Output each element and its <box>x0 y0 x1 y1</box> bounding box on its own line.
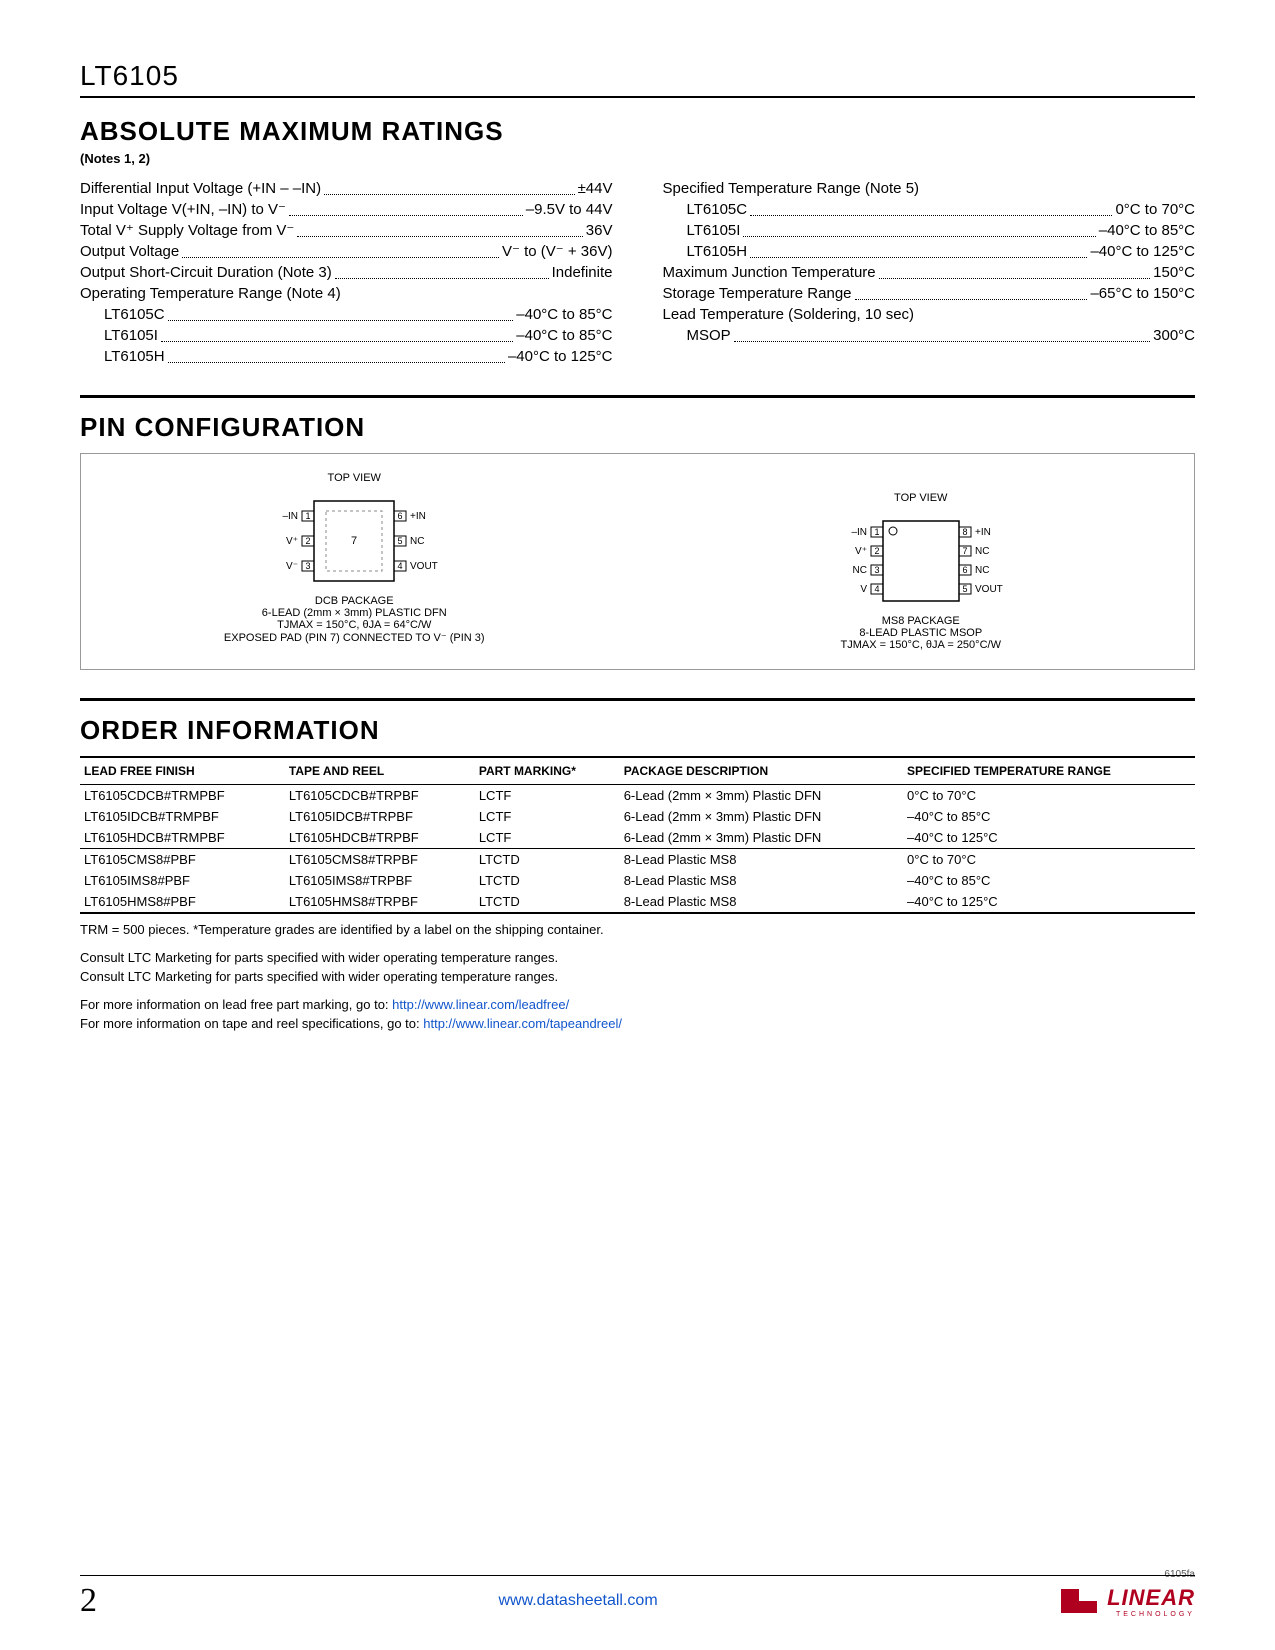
rating-row: Output VoltageV⁻ to (V⁻ + 36V) <box>80 241 613 262</box>
svg-text:+IN: +IN <box>410 511 426 522</box>
rating-row: Input Voltage V(+IN, –IN) to V⁻–9.5V to … <box>80 199 613 220</box>
order-table: LEAD FREE FINISHTAPE AND REELPART MARKIN… <box>80 756 1195 914</box>
rating-row: LT6105C0°C to 70°C <box>663 199 1196 220</box>
table-row: LT6105CMS8#PBFLT6105CMS8#TRPBFLTCTD8-Lea… <box>80 849 1195 871</box>
svg-text:V⁺: V⁺ <box>855 546 867 557</box>
dfn-package: TOP VIEW 7 1–IN2V⁺3V⁻ 6+IN5NC4VOUT DCB P… <box>91 472 618 651</box>
rating-row: LT6105H–40°C to 125°C <box>80 346 613 367</box>
col-header: LEAD FREE FINISH <box>80 757 285 785</box>
ratings-columns: Differential Input Voltage (+IN – –IN)±4… <box>80 178 1195 367</box>
svg-text:+IN: +IN <box>975 527 991 538</box>
rating-row: Storage Temperature Range–65°C to 150°C <box>663 283 1196 304</box>
linear-logo: LINEAR TECHNOLOGY <box>1059 1585 1195 1618</box>
pin-config-box: TOP VIEW 7 1–IN2V⁺3V⁻ 6+IN5NC4VOUT DCB P… <box>80 453 1195 670</box>
svg-text:5: 5 <box>398 536 403 546</box>
svg-text:4: 4 <box>874 584 879 594</box>
rating-row: Specified Temperature Range (Note 5) <box>663 178 1196 199</box>
tapereel-link[interactable]: http://www.linear.com/tapeandreel/ <box>423 1016 622 1031</box>
svg-text:6: 6 <box>398 511 403 521</box>
col-header: SPECIFIED TEMPERATURE RANGE <box>903 757 1195 785</box>
rating-row: LT6105I–40°C to 85°C <box>663 220 1196 241</box>
rating-row: Operating Temperature Range (Note 4) <box>80 283 613 304</box>
svg-text:1: 1 <box>306 511 311 521</box>
svg-text:V⁺: V⁺ <box>286 536 298 547</box>
svg-text:5: 5 <box>962 584 967 594</box>
col-header: PACKAGE DESCRIPTION <box>620 757 903 785</box>
svg-text:VOUT: VOUT <box>975 584 1003 595</box>
svg-text:V⁻: V⁻ <box>286 561 298 572</box>
svg-text:NC: NC <box>852 565 866 576</box>
svg-text:6: 6 <box>962 565 967 575</box>
svg-text:V: V <box>860 584 867 595</box>
order-title: ORDER INFORMATION <box>80 715 1195 746</box>
table-row: LT6105IDCB#TRMPBFLT6105IDCB#TRPBFLCTF6-L… <box>80 806 1195 827</box>
svg-text:7: 7 <box>351 535 357 547</box>
leadfree-link[interactable]: http://www.linear.com/leadfree/ <box>392 997 569 1012</box>
svg-text:VOUT: VOUT <box>410 561 438 572</box>
table-row: LT6105IMS8#PBFLT6105IMS8#TRPBFLTCTD8-Lea… <box>80 870 1195 891</box>
svg-text:2: 2 <box>874 546 879 556</box>
rating-row: MSOP300°C <box>663 325 1196 346</box>
svg-text:–IN: –IN <box>283 511 299 522</box>
svg-text:3: 3 <box>306 561 311 571</box>
svg-text:2: 2 <box>306 536 311 546</box>
rating-row: Differential Input Voltage (+IN – –IN)±4… <box>80 178 613 199</box>
page-number: 2 <box>80 1582 97 1620</box>
svg-text:NC: NC <box>410 536 424 547</box>
rating-row: LT6105I–40°C to 85°C <box>80 325 613 346</box>
svg-text:3: 3 <box>874 565 879 575</box>
ratings-notes: (Notes 1, 2) <box>80 151 1195 166</box>
footer: 2 www.datasheetall.com LINEAR TECHNOLOGY <box>0 1575 1275 1620</box>
part-number: LT6105 <box>80 60 1195 98</box>
svg-text:NC: NC <box>975 546 989 557</box>
site-url[interactable]: www.datasheetall.com <box>498 1592 657 1610</box>
col-header: TAPE AND REEL <box>285 757 475 785</box>
col-header: PART MARKING* <box>475 757 620 785</box>
table-row: LT6105HDCB#TRMPBFLT6105HDCB#TRPBFLCTF6-L… <box>80 827 1195 849</box>
rating-row: LT6105C–40°C to 85°C <box>80 304 613 325</box>
table-row: LT6105HMS8#PBFLT6105HMS8#TRPBFLTCTD8-Lea… <box>80 891 1195 913</box>
svg-text:NC: NC <box>975 565 989 576</box>
rating-row: Lead Temperature (Soldering, 10 sec) <box>663 304 1196 325</box>
rating-row: Total V⁺ Supply Voltage from V⁻36V <box>80 220 613 241</box>
order-notes: TRM = 500 pieces. *Temperature grades ar… <box>80 920 1195 1034</box>
ratings-title: ABSOLUTE MAXIMUM RATINGS <box>80 116 1195 147</box>
rating-row: Output Short-Circuit Duration (Note 3)In… <box>80 262 613 283</box>
rating-row: Maximum Junction Temperature150°C <box>663 262 1196 283</box>
rating-row: LT6105H–40°C to 125°C <box>663 241 1196 262</box>
svg-text:7: 7 <box>962 546 967 556</box>
table-row: LT6105CDCB#TRMPBFLT6105CDCB#TRPBFLCTF6-L… <box>80 785 1195 807</box>
svg-text:1: 1 <box>874 527 879 537</box>
svg-text:–IN: –IN <box>851 527 867 538</box>
svg-text:4: 4 <box>398 561 403 571</box>
msop-package: TOP VIEW 1–IN2V⁺3NC4V 8+IN7NC6NC5VOUT MS… <box>658 472 1185 651</box>
pinconfig-title: PIN CONFIGURATION <box>80 412 1195 443</box>
svg-text:8: 8 <box>962 527 967 537</box>
